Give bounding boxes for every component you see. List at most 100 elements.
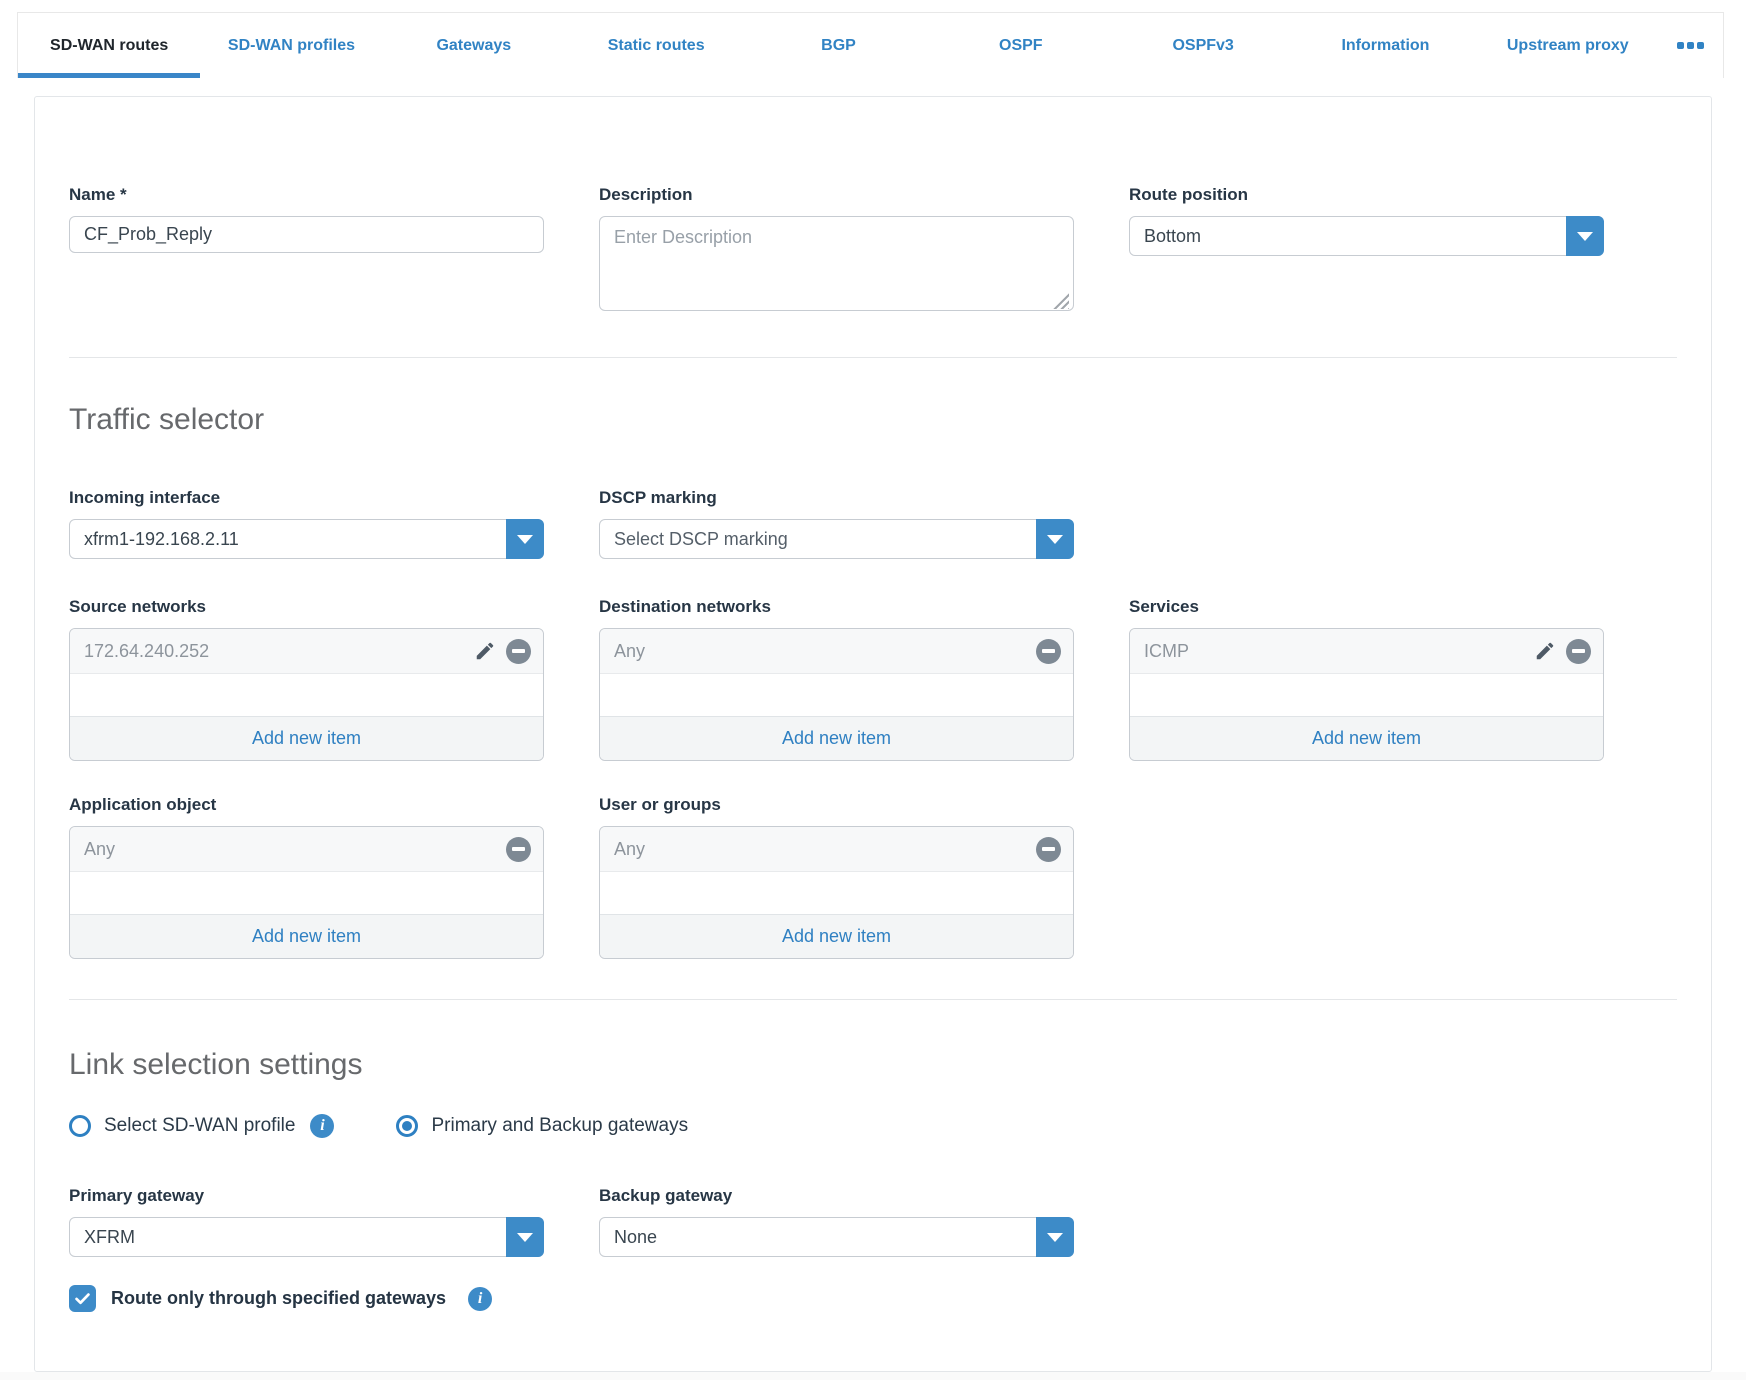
add-new-item-button[interactable]: Add new item xyxy=(70,716,543,760)
source-networks-label: Source networks xyxy=(69,597,544,617)
user-or-groups-group: User or groups Any Add new item xyxy=(599,795,1074,959)
primary-gateway-label: Primary gateway xyxy=(69,1186,544,1206)
list-item-value: 172.64.240.252 xyxy=(84,641,473,662)
traffic-selector-heading: Traffic selector xyxy=(69,403,1677,437)
info-icon[interactable]: i xyxy=(468,1287,492,1311)
backup-gateway-label: Backup gateway xyxy=(599,1186,1074,1206)
name-input[interactable] xyxy=(69,216,544,253)
tab-sdwan-routes[interactable]: SD-WAN routes xyxy=(18,13,200,78)
description-label: Description xyxy=(599,185,1074,205)
edit-icon[interactable] xyxy=(1533,639,1557,663)
tab-gateways[interactable]: Gateways xyxy=(383,13,565,78)
remove-icon[interactable] xyxy=(1036,837,1061,862)
form-panel: Name * Description Route position Bottom xyxy=(34,96,1712,1372)
destination-networks-label: Destination networks xyxy=(599,597,1074,617)
more-icon xyxy=(1687,42,1694,49)
application-object-label: Application object xyxy=(69,795,544,815)
add-new-item-button[interactable]: Add new item xyxy=(600,914,1073,958)
list-item: Any xyxy=(600,629,1073,674)
add-new-item-button[interactable]: Add new item xyxy=(1130,716,1603,760)
radio-primary-backup-gateways[interactable]: Primary and Backup gateways xyxy=(396,1115,688,1137)
tab-information[interactable]: Information xyxy=(1294,13,1476,78)
list-empty-area xyxy=(600,872,1073,914)
radio-label: Select SD-WAN profile xyxy=(104,1115,295,1137)
application-object-group: Application object Any Add new item xyxy=(69,795,544,959)
list-item-actions xyxy=(1036,639,1061,664)
list-item: 172.64.240.252 xyxy=(70,629,543,674)
list-item: Any xyxy=(600,827,1073,872)
primary-gateway-value: XFRM xyxy=(70,1218,506,1256)
list-item-value: ICMP xyxy=(1144,641,1533,662)
radio-label: Primary and Backup gateways xyxy=(431,1115,688,1137)
remove-icon[interactable] xyxy=(1036,639,1061,664)
incoming-interface-select[interactable]: xfrm1-192.168.2.11 xyxy=(69,519,544,559)
remove-icon[interactable] xyxy=(1566,639,1591,664)
route-position-dropdown-button[interactable] xyxy=(1566,216,1604,256)
route-only-label: Route only through specified gateways xyxy=(111,1288,446,1309)
list-empty-area xyxy=(600,674,1073,716)
checkmark-icon xyxy=(73,1289,92,1308)
more-icon xyxy=(1677,42,1684,49)
route-position-select[interactable]: Bottom xyxy=(1129,216,1604,256)
backup-gateway-select[interactable]: None xyxy=(599,1217,1074,1257)
tab-ospf[interactable]: OSPF xyxy=(930,13,1112,78)
destination-networks-group: Destination networks Any Add new item xyxy=(599,597,1074,761)
tab-upstream-proxy[interactable]: Upstream proxy xyxy=(1477,13,1659,78)
remove-icon[interactable] xyxy=(506,837,531,862)
tab-sdwan-profiles[interactable]: SD-WAN profiles xyxy=(200,13,382,78)
info-icon[interactable]: i xyxy=(310,1114,334,1138)
interface-dscp-row: Incoming interface xfrm1-192.168.2.11 DS… xyxy=(69,488,1677,559)
remove-icon[interactable] xyxy=(506,639,531,664)
networks-services-row: Source networks 172.64.240.252 Add new i… xyxy=(69,597,1677,761)
list-item: ICMP xyxy=(1130,629,1603,674)
source-networks-list: 172.64.240.252 Add new item xyxy=(69,628,544,761)
link-selection-radio-row: Select SD-WAN profile i Primary and Back… xyxy=(69,1114,1677,1138)
chevron-down-icon xyxy=(1047,1233,1063,1242)
list-item-actions xyxy=(473,639,531,664)
add-new-item-button[interactable]: Add new item xyxy=(600,716,1073,760)
primary-gateway-group: Primary gateway XFRM xyxy=(69,1186,544,1257)
name-field-group: Name * xyxy=(69,185,544,316)
radio-select-sdwan-profile[interactable]: Select SD-WAN profile i xyxy=(69,1114,334,1138)
section-divider xyxy=(69,357,1677,358)
backup-gateway-dropdown-button[interactable] xyxy=(1036,1217,1074,1257)
route-position-field-group: Route position Bottom xyxy=(1129,185,1604,316)
tab-bgp[interactable]: BGP xyxy=(747,13,929,78)
edit-icon[interactable] xyxy=(473,639,497,663)
description-textarea-wrap xyxy=(599,216,1074,316)
destination-networks-list: Any Add new item xyxy=(599,628,1074,761)
dscp-marking-dropdown-button[interactable] xyxy=(1036,519,1074,559)
backup-gateway-group: Backup gateway None xyxy=(599,1186,1074,1257)
more-tabs-button[interactable] xyxy=(1659,13,1723,78)
tab-ospfv3[interactable]: OSPFv3 xyxy=(1112,13,1294,78)
dscp-marking-select[interactable]: Select DSCP marking xyxy=(599,519,1074,559)
primary-gateway-select[interactable]: XFRM xyxy=(69,1217,544,1257)
radio-icon[interactable] xyxy=(69,1115,91,1137)
route-only-checkbox[interactable] xyxy=(69,1285,96,1312)
tab-bar: SD-WAN routes SD-WAN profiles Gateways S… xyxy=(17,12,1724,78)
add-new-item-button[interactable]: Add new item xyxy=(70,914,543,958)
tab-static-routes[interactable]: Static routes xyxy=(565,13,747,78)
general-fields-row: Name * Description Route position Bottom xyxy=(69,185,1677,316)
source-networks-group: Source networks 172.64.240.252 Add new i… xyxy=(69,597,544,761)
section-divider xyxy=(69,999,1677,1000)
list-empty-area xyxy=(1130,674,1603,716)
list-empty-area xyxy=(70,674,543,716)
backup-gateway-value: None xyxy=(600,1218,1036,1256)
radio-selected-icon[interactable] xyxy=(396,1115,418,1137)
dscp-marking-field-group: DSCP marking Select DSCP marking xyxy=(599,488,1074,559)
list-item-value: Any xyxy=(84,839,506,860)
route-only-row: Route only through specified gateways i xyxy=(69,1285,1677,1312)
incoming-interface-dropdown-button[interactable] xyxy=(506,519,544,559)
description-textarea[interactable] xyxy=(599,216,1074,311)
services-label: Services xyxy=(1129,597,1604,617)
chevron-down-icon xyxy=(1047,535,1063,544)
incoming-interface-label: Incoming interface xyxy=(69,488,544,508)
description-field-group: Description xyxy=(599,185,1074,316)
user-or-groups-list: Any Add new item xyxy=(599,826,1074,959)
list-item-value: Any xyxy=(614,839,1036,860)
more-icon xyxy=(1697,42,1704,49)
application-object-list: Any Add new item xyxy=(69,826,544,959)
incoming-interface-value: xfrm1-192.168.2.11 xyxy=(70,520,506,558)
primary-gateway-dropdown-button[interactable] xyxy=(506,1217,544,1257)
